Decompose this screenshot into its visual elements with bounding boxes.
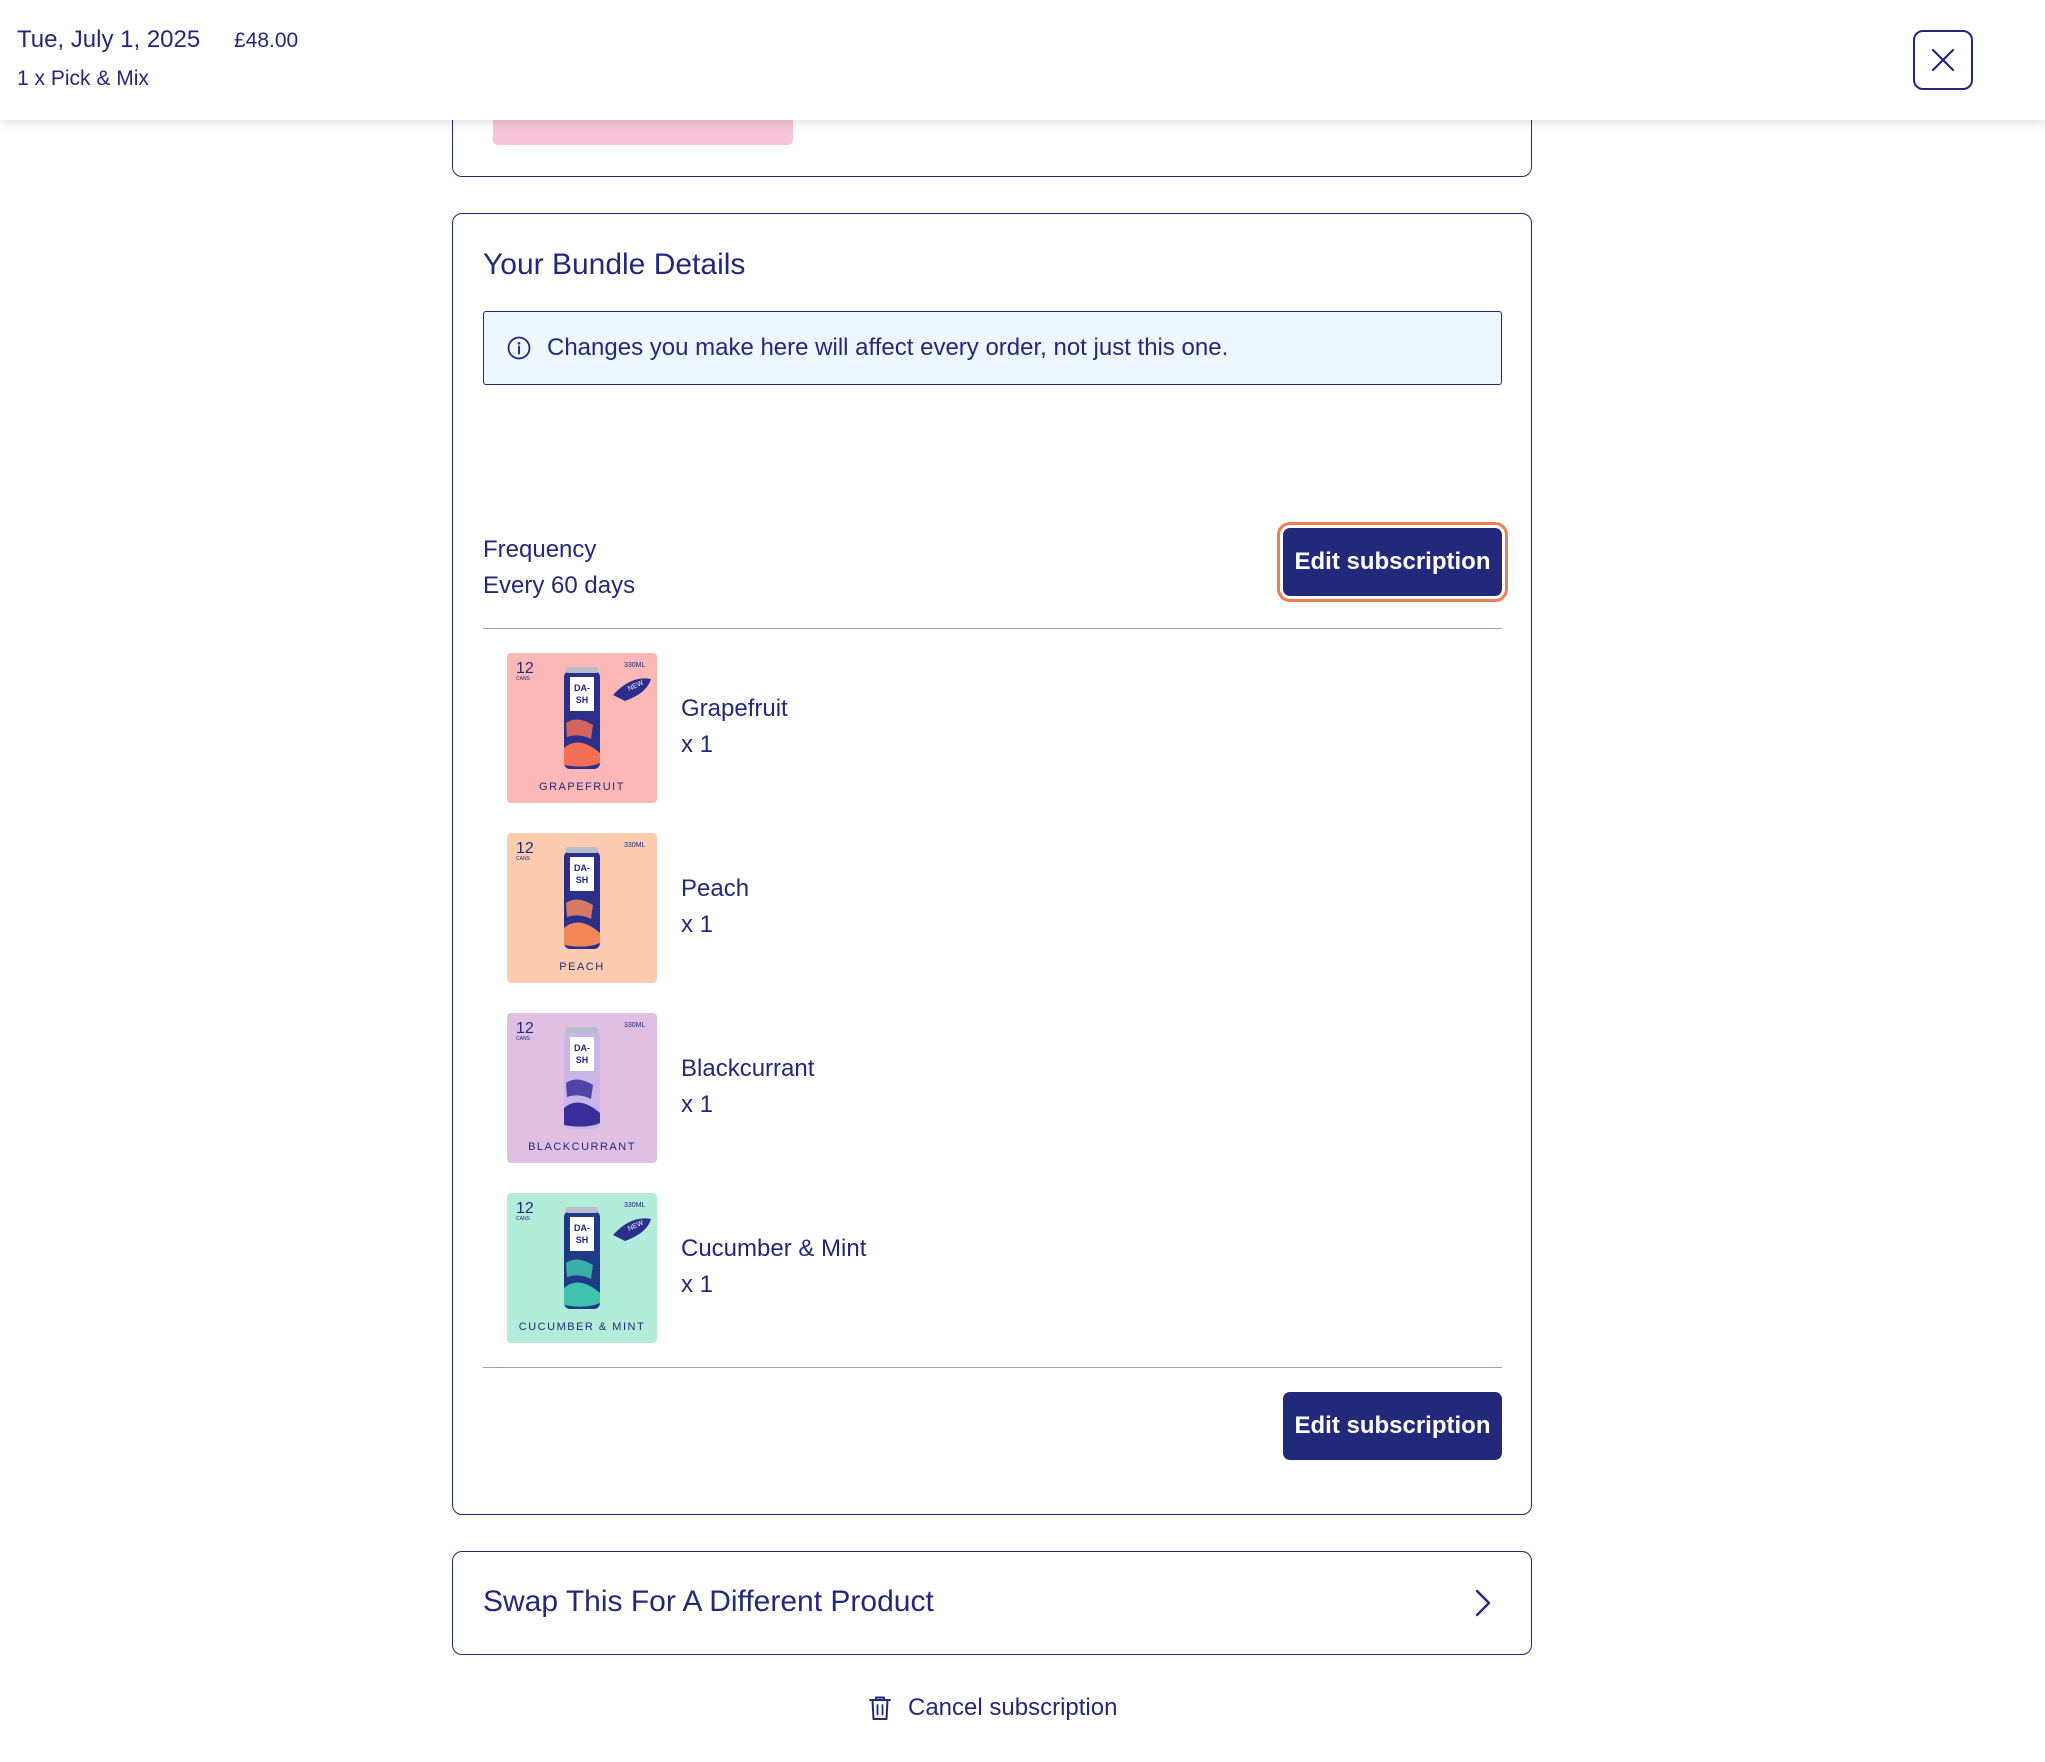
- svg-text:12: 12: [516, 1020, 534, 1037]
- product-name: Cucumber & Mint: [681, 1235, 867, 1262]
- bundle-details-card: Your Bundle Details Changes you make her…: [452, 213, 1532, 1515]
- bundle-title: Your Bundle Details: [483, 248, 746, 281]
- svg-text:CUCUMBER & MINT: CUCUMBER & MINT: [519, 1321, 645, 1333]
- trash-icon: [869, 1696, 891, 1720]
- product-name: Grapefruit: [681, 695, 788, 722]
- product-quantity: x 1: [681, 911, 714, 938]
- frequency-label: Frequency: [483, 536, 597, 563]
- svg-text:SH: SH: [576, 1235, 589, 1245]
- svg-text:CANS: CANS: [516, 676, 531, 682]
- order-items-summary: 1 x Pick & Mix: [17, 67, 149, 90]
- svg-text:DA-: DA-: [574, 863, 590, 873]
- product-quantity: x 1: [681, 731, 714, 758]
- edit-subscription-button-bottom[interactable]: Edit subscription: [1283, 1392, 1502, 1460]
- product-row: 12 CANS 330ML DA- SH BLACKCURRANT Blackcurrant…: [507, 1013, 1407, 1163]
- info-notice: Changes you make here will affect every …: [483, 311, 1502, 385]
- info-icon: [507, 336, 531, 360]
- cancel-subscription-label: Cancel subscription: [908, 1694, 1118, 1721]
- svg-text:BLACKCURRANT: BLACKCURRANT: [528, 1141, 636, 1153]
- svg-text:CANS: CANS: [516, 1036, 531, 1042]
- svg-text:12: 12: [516, 1200, 534, 1217]
- product-image: 12 CANS 330ML DA- SH NEW CUCUMBER & MINT: [507, 1193, 657, 1343]
- product-quantity: x 1: [681, 1091, 714, 1118]
- info-text: Changes you make here will affect every …: [547, 334, 1229, 361]
- svg-text:SH: SH: [576, 875, 589, 885]
- edit-subscription-button[interactable]: Edit subscription: [1277, 522, 1508, 602]
- close-icon: [1931, 48, 1955, 72]
- cancel-subscription-link[interactable]: Cancel subscription: [868, 1694, 1117, 1722]
- divider: [483, 1367, 1502, 1368]
- svg-text:DA-: DA-: [574, 683, 590, 693]
- svg-text:12: 12: [516, 660, 534, 677]
- svg-text:330ML: 330ML: [624, 1202, 646, 1209]
- svg-text:CANS: CANS: [516, 856, 531, 862]
- chevron-right-icon: [1475, 1589, 1491, 1617]
- svg-text:330ML: 330ML: [624, 662, 646, 669]
- order-price: £48.00: [234, 29, 299, 52]
- product-image: 12 CANS 330ML DA- SH PEACH: [507, 833, 657, 983]
- order-date: Tue, July 1, 2025: [17, 26, 201, 53]
- order-header: Tue, July 1, 2025 £48.00 1 x Pick & Mix: [0, 0, 2045, 120]
- close-button[interactable]: [1913, 30, 1973, 90]
- product-row: 12 CANS 330ML DA- SH NEW CUCUMBER & MINT Cucumb…: [507, 1193, 1407, 1343]
- product-row: 12 CANS 330ML DA- SH PEACH Peach x 1: [507, 833, 1407, 983]
- svg-text:SH: SH: [576, 695, 589, 705]
- swap-product-card[interactable]: Swap This For A Different Product: [452, 1551, 1532, 1655]
- product-name: Blackcurrant: [681, 1055, 815, 1082]
- product-name: Peach: [681, 875, 750, 902]
- svg-text:330ML: 330ML: [624, 1022, 646, 1029]
- frequency-value: Every 60 days: [483, 572, 636, 599]
- svg-text:12: 12: [516, 840, 534, 857]
- svg-text:DA-: DA-: [574, 1223, 590, 1233]
- product-image: 12 CANS 330ML DA- SH BLACKCURRANT: [507, 1013, 657, 1163]
- svg-text:330ML: 330ML: [624, 842, 646, 849]
- product-image: 12 CANS 330ML DA- SH NEW GRAPEFRUIT: [507, 653, 657, 803]
- svg-text:GRAPEFRUIT: GRAPEFRUIT: [539, 781, 625, 793]
- divider: [483, 628, 1502, 629]
- product-quantity: x 1: [681, 1271, 714, 1298]
- swap-title: Swap This For A Different Product: [483, 1585, 934, 1618]
- product-row: 12 CANS 330ML DA- SH NEW GRAPEFRUIT Grapefruit x…: [507, 653, 1407, 803]
- svg-text:CANS: CANS: [516, 1216, 531, 1222]
- svg-text:SH: SH: [576, 1055, 589, 1065]
- svg-text:DA-: DA-: [574, 1043, 590, 1053]
- svg-text:PEACH: PEACH: [559, 961, 604, 973]
